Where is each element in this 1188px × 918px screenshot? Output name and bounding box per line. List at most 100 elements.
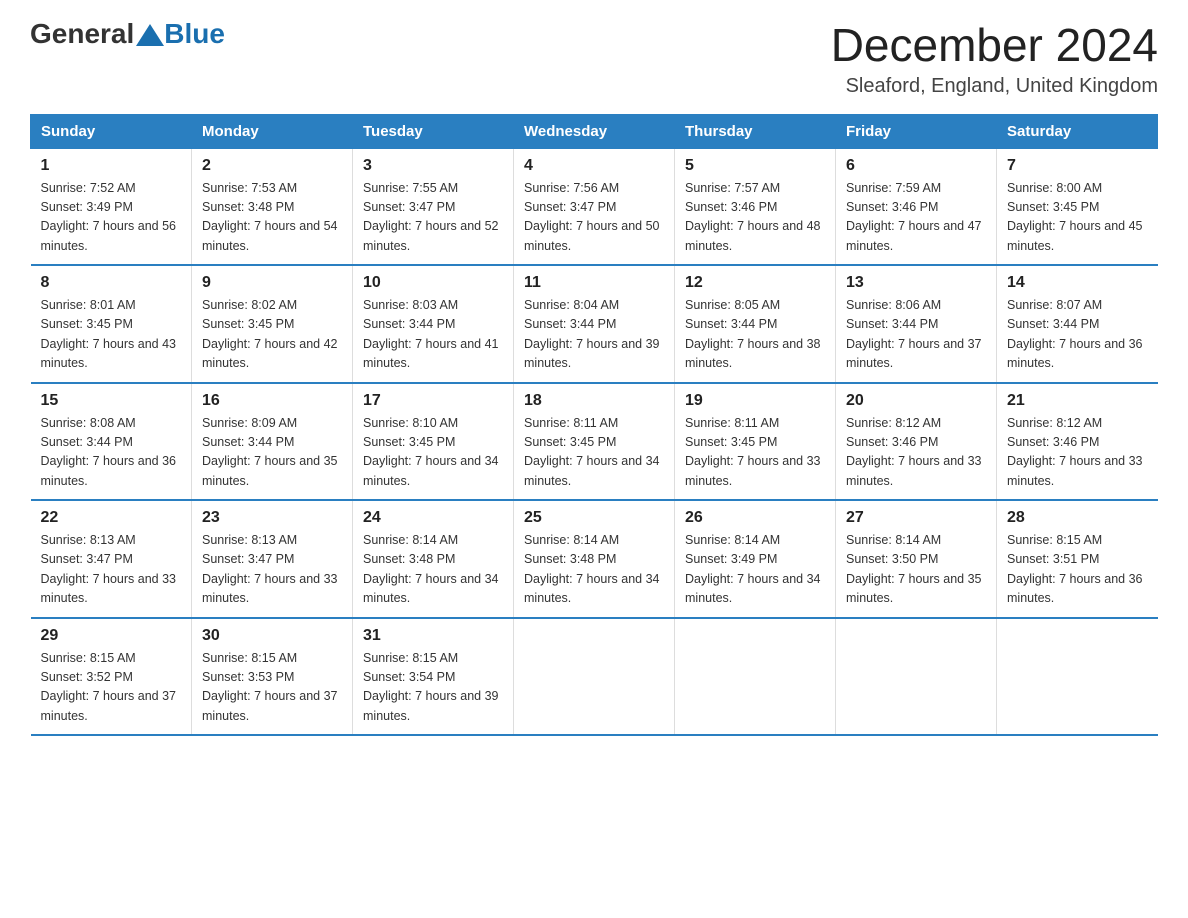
calendar-week-3: 15 Sunrise: 8:08 AM Sunset: 3:44 PM Dayl… [31,383,1158,501]
col-saturday: Saturday [997,114,1158,148]
calendar-cell-w3-d4: 18 Sunrise: 8:11 AM Sunset: 3:45 PM Dayl… [514,383,675,501]
day-number: 26 [685,509,825,527]
day-info: Sunrise: 8:03 AM Sunset: 3:44 PM Dayligh… [363,296,503,374]
day-info: Sunrise: 8:13 AM Sunset: 3:47 PM Dayligh… [41,531,182,609]
calendar-cell-w5-d5 [675,618,836,736]
calendar-week-1: 1 Sunrise: 7:52 AM Sunset: 3:49 PM Dayli… [31,148,1158,265]
calendar-cell-w2-d5: 12 Sunrise: 8:05 AM Sunset: 3:44 PM Dayl… [675,265,836,383]
col-thursday: Thursday [675,114,836,148]
day-number: 15 [41,392,182,410]
day-number: 8 [41,274,182,292]
col-monday: Monday [192,114,353,148]
day-number: 24 [363,509,503,527]
day-info: Sunrise: 8:00 AM Sunset: 3:45 PM Dayligh… [1007,179,1148,257]
calendar-week-5: 29 Sunrise: 8:15 AM Sunset: 3:52 PM Dayl… [31,618,1158,736]
day-number: 7 [1007,157,1148,175]
calendar-cell-w1-d1: 1 Sunrise: 7:52 AM Sunset: 3:49 PM Dayli… [31,148,192,265]
logo-general-text: General [30,20,134,48]
calendar-cell-w3-d3: 17 Sunrise: 8:10 AM Sunset: 3:45 PM Dayl… [353,383,514,501]
calendar-cell-w2-d1: 8 Sunrise: 8:01 AM Sunset: 3:45 PM Dayli… [31,265,192,383]
calendar-cell-w4-d1: 22 Sunrise: 8:13 AM Sunset: 3:47 PM Dayl… [31,500,192,618]
day-number: 16 [202,392,342,410]
calendar-cell-w3-d7: 21 Sunrise: 8:12 AM Sunset: 3:46 PM Dayl… [997,383,1158,501]
calendar-cell-w2-d4: 11 Sunrise: 8:04 AM Sunset: 3:44 PM Dayl… [514,265,675,383]
logo-blue-text: Blue [164,20,225,48]
day-number: 30 [202,627,342,645]
day-number: 9 [202,274,342,292]
day-number: 14 [1007,274,1148,292]
day-number: 13 [846,274,986,292]
calendar-cell-w3-d1: 15 Sunrise: 8:08 AM Sunset: 3:44 PM Dayl… [31,383,192,501]
day-number: 5 [685,157,825,175]
day-info: Sunrise: 7:57 AM Sunset: 3:46 PM Dayligh… [685,179,825,257]
calendar-cell-w4-d7: 28 Sunrise: 8:15 AM Sunset: 3:51 PM Dayl… [997,500,1158,618]
day-number: 28 [1007,509,1148,527]
calendar-cell-w1-d7: 7 Sunrise: 8:00 AM Sunset: 3:45 PM Dayli… [997,148,1158,265]
day-info: Sunrise: 8:14 AM Sunset: 3:48 PM Dayligh… [363,531,503,609]
day-info: Sunrise: 8:01 AM Sunset: 3:45 PM Dayligh… [41,296,182,374]
calendar-cell-w4-d6: 27 Sunrise: 8:14 AM Sunset: 3:50 PM Dayl… [836,500,997,618]
day-number: 3 [363,157,503,175]
calendar-cell-w1-d2: 2 Sunrise: 7:53 AM Sunset: 3:48 PM Dayli… [192,148,353,265]
day-info: Sunrise: 8:05 AM Sunset: 3:44 PM Dayligh… [685,296,825,374]
day-number: 22 [41,509,182,527]
day-number: 17 [363,392,503,410]
day-number: 23 [202,509,342,527]
calendar-header-row: Sunday Monday Tuesday Wednesday Thursday… [31,114,1158,148]
calendar-week-2: 8 Sunrise: 8:01 AM Sunset: 3:45 PM Dayli… [31,265,1158,383]
calendar-cell-w3-d5: 19 Sunrise: 8:11 AM Sunset: 3:45 PM Dayl… [675,383,836,501]
calendar-cell-w1-d5: 5 Sunrise: 7:57 AM Sunset: 3:46 PM Dayli… [675,148,836,265]
day-info: Sunrise: 8:10 AM Sunset: 3:45 PM Dayligh… [363,414,503,492]
calendar-cell-w1-d4: 4 Sunrise: 7:56 AM Sunset: 3:47 PM Dayli… [514,148,675,265]
day-info: Sunrise: 8:04 AM Sunset: 3:44 PM Dayligh… [524,296,664,374]
day-number: 1 [41,157,182,175]
calendar-cell-w4-d3: 24 Sunrise: 8:14 AM Sunset: 3:48 PM Dayl… [353,500,514,618]
calendar-cell-w5-d4 [514,618,675,736]
location-subtitle: Sleaford, England, United Kingdom [831,75,1158,98]
day-info: Sunrise: 8:15 AM Sunset: 3:51 PM Dayligh… [1007,531,1148,609]
calendar-cell-w4-d4: 25 Sunrise: 8:14 AM Sunset: 3:48 PM Dayl… [514,500,675,618]
day-number: 10 [363,274,503,292]
day-info: Sunrise: 8:12 AM Sunset: 3:46 PM Dayligh… [1007,414,1148,492]
day-info: Sunrise: 7:56 AM Sunset: 3:47 PM Dayligh… [524,179,664,257]
col-friday: Friday [836,114,997,148]
calendar-cell-w3-d6: 20 Sunrise: 8:12 AM Sunset: 3:46 PM Dayl… [836,383,997,501]
day-info: Sunrise: 8:14 AM Sunset: 3:48 PM Dayligh… [524,531,664,609]
day-number: 2 [202,157,342,175]
day-number: 27 [846,509,986,527]
calendar-cell-w1-d3: 3 Sunrise: 7:55 AM Sunset: 3:47 PM Dayli… [353,148,514,265]
calendar-cell-w4-d5: 26 Sunrise: 8:14 AM Sunset: 3:49 PM Dayl… [675,500,836,618]
month-title: December 2024 [831,20,1158,71]
logo-triangle-icon [136,24,164,46]
logo: General Blue [30,20,225,48]
calendar-week-4: 22 Sunrise: 8:13 AM Sunset: 3:47 PM Dayl… [31,500,1158,618]
calendar-cell-w5-d6 [836,618,997,736]
calendar-cell-w5-d1: 29 Sunrise: 8:15 AM Sunset: 3:52 PM Dayl… [31,618,192,736]
calendar-cell-w2-d7: 14 Sunrise: 8:07 AM Sunset: 3:44 PM Dayl… [997,265,1158,383]
col-sunday: Sunday [31,114,192,148]
calendar-cell-w5-d2: 30 Sunrise: 8:15 AM Sunset: 3:53 PM Dayl… [192,618,353,736]
day-number: 20 [846,392,986,410]
col-tuesday: Tuesday [353,114,514,148]
col-wednesday: Wednesday [514,114,675,148]
day-number: 29 [41,627,182,645]
title-block: December 2024 Sleaford, England, United … [831,20,1158,98]
calendar-cell-w5-d7 [997,618,1158,736]
day-info: Sunrise: 8:12 AM Sunset: 3:46 PM Dayligh… [846,414,986,492]
calendar-cell-w2-d6: 13 Sunrise: 8:06 AM Sunset: 3:44 PM Dayl… [836,265,997,383]
day-info: Sunrise: 8:15 AM Sunset: 3:53 PM Dayligh… [202,649,342,727]
day-info: Sunrise: 8:15 AM Sunset: 3:52 PM Dayligh… [41,649,182,727]
calendar-cell-w2-d2: 9 Sunrise: 8:02 AM Sunset: 3:45 PM Dayli… [192,265,353,383]
day-number: 6 [846,157,986,175]
calendar-cell-w1-d6: 6 Sunrise: 7:59 AM Sunset: 3:46 PM Dayli… [836,148,997,265]
day-info: Sunrise: 7:52 AM Sunset: 3:49 PM Dayligh… [41,179,182,257]
day-number: 31 [363,627,503,645]
day-info: Sunrise: 8:08 AM Sunset: 3:44 PM Dayligh… [41,414,182,492]
calendar-cell-w2-d3: 10 Sunrise: 8:03 AM Sunset: 3:44 PM Dayl… [353,265,514,383]
day-info: Sunrise: 8:09 AM Sunset: 3:44 PM Dayligh… [202,414,342,492]
day-number: 21 [1007,392,1148,410]
day-number: 12 [685,274,825,292]
day-info: Sunrise: 7:59 AM Sunset: 3:46 PM Dayligh… [846,179,986,257]
day-info: Sunrise: 8:15 AM Sunset: 3:54 PM Dayligh… [363,649,503,727]
calendar-cell-w4-d2: 23 Sunrise: 8:13 AM Sunset: 3:47 PM Dayl… [192,500,353,618]
